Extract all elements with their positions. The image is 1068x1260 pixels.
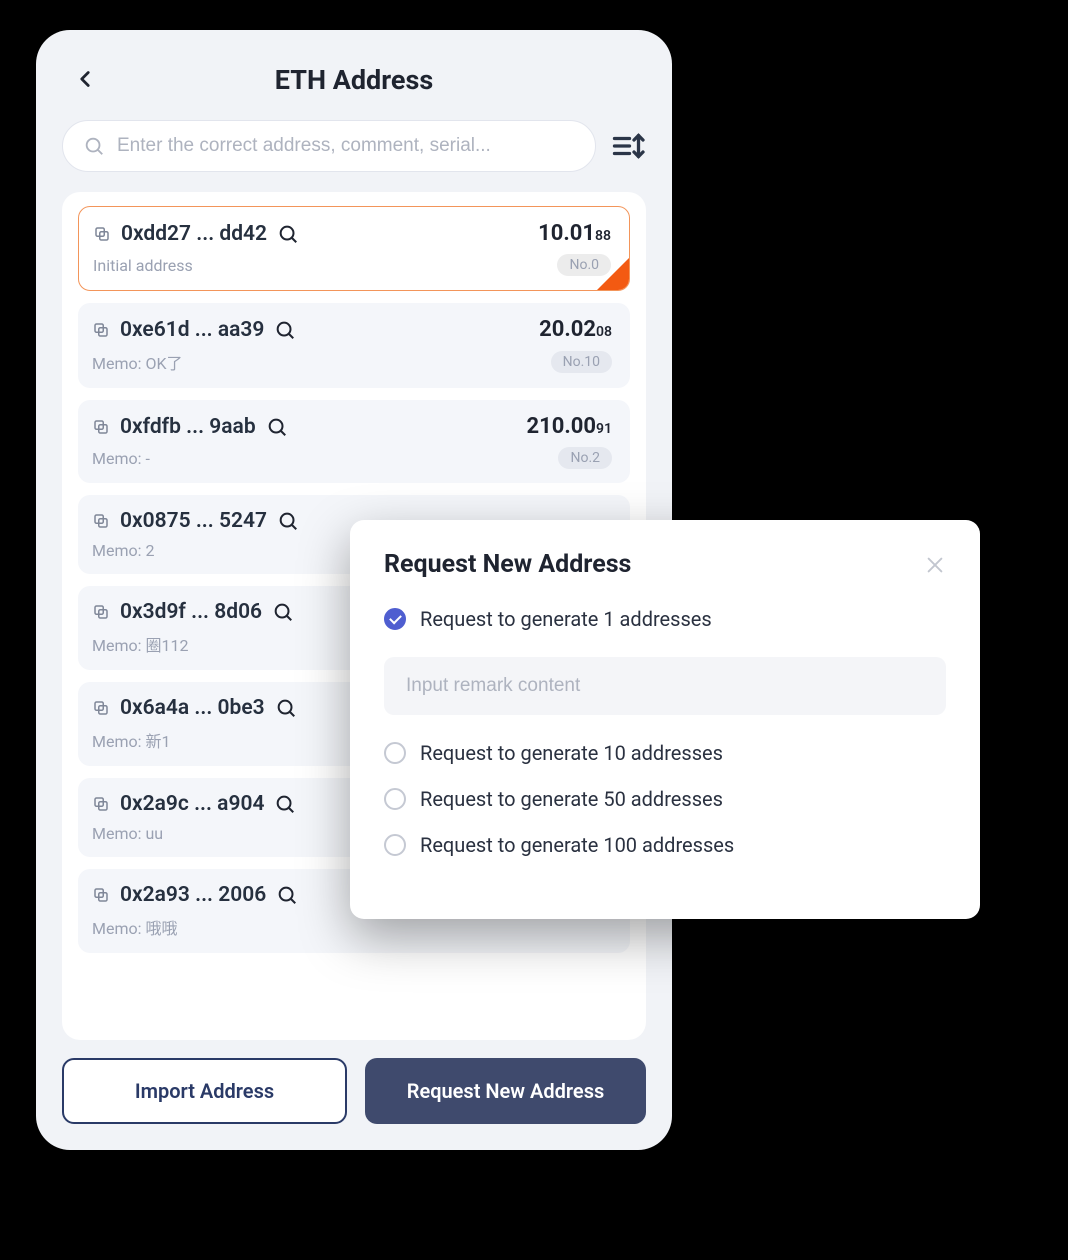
option-label: Request to generate 50 addresses [420,787,723,811]
back-icon[interactable] [72,66,98,92]
modal-header: Request New Address [384,550,946,579]
page-title: ETH Address [275,64,433,96]
close-icon[interactable] [924,554,946,576]
magnify-icon[interactable] [276,884,298,906]
index-chip: No.2 [558,447,612,469]
search-box[interactable] [62,120,596,172]
copy-icon[interactable] [92,512,110,530]
radio-icon[interactable] [384,608,406,630]
memo-text: Memo: 新1 [92,728,170,752]
sort-icon[interactable] [610,128,646,164]
address-text: 0x6a4a ... 0be3 [120,696,265,720]
magnify-icon[interactable] [274,319,296,341]
index-chip: No.10 [551,351,612,373]
memo-text: Memo: - [92,449,150,468]
magnify-icon[interactable] [277,510,299,532]
address-item[interactable]: 0xdd27 ... dd42 10.0188 Initial address … [78,206,630,291]
address-item[interactable]: 0xfdfb ... 9aab 210.0091 Memo: - No.2 [78,400,630,483]
memo-text: Initial address [93,256,193,275]
address-text: 0x3d9f ... 8d06 [120,600,262,624]
address-text: 0xe61d ... aa39 [120,318,264,342]
magnify-icon[interactable] [274,793,296,815]
copy-icon[interactable] [92,603,110,621]
memo-text: Memo: OK了 [92,350,183,374]
request-new-address-modal: Request New Address Request to generate … [350,520,980,919]
copy-icon[interactable] [92,321,110,339]
memo-text: Memo: 圈112 [92,632,188,656]
memo-text: Memo: 哦哦 [92,915,177,939]
magnify-icon[interactable] [272,601,294,623]
search-row [62,120,646,172]
address-text: 0x2a93 ... 2006 [120,883,266,907]
radio-icon[interactable] [384,788,406,810]
radio-icon[interactable] [384,742,406,764]
address-item[interactable]: 0xe61d ... aa39 20.0208 Memo: OK了 No.10 [78,303,630,388]
generate-option[interactable]: Request to generate 10 addresses [384,741,946,765]
balance: 10.0188 [538,221,611,246]
generate-option[interactable]: Request to generate 50 addresses [384,787,946,811]
copy-icon[interactable] [93,225,111,243]
magnify-icon[interactable] [277,223,299,245]
radio-icon[interactable] [384,834,406,856]
remark-input[interactable] [384,657,946,715]
generate-option[interactable]: Request to generate 100 addresses [384,833,946,857]
option-label: Request to generate 10 addresses [420,741,723,765]
balance: 20.0208 [539,317,612,342]
import-address-button[interactable]: Import Address [62,1058,347,1124]
address-text: 0x2a9c ... a904 [120,792,264,816]
header: ETH Address [62,56,646,104]
request-new-address-button[interactable]: Request New Address [365,1058,646,1124]
copy-icon[interactable] [92,886,110,904]
balance: 210.0091 [527,414,613,439]
modal-title: Request New Address [384,550,631,579]
magnify-icon[interactable] [266,416,288,438]
address-text: 0x0875 ... 5247 [120,509,267,533]
copy-icon[interactable] [92,795,110,813]
modal-options: Request to generate 1 addresses Request … [384,607,946,857]
copy-icon[interactable] [92,418,110,436]
generate-option[interactable]: Request to generate 1 addresses [384,607,946,631]
address-text: 0xfdfb ... 9aab [120,415,256,439]
search-input[interactable] [117,135,575,157]
option-label: Request to generate 1 addresses [420,607,712,631]
memo-text: Memo: uu [92,824,163,843]
search-icon [83,135,105,157]
index-chip: No.0 [557,254,611,276]
copy-icon[interactable] [92,699,110,717]
magnify-icon[interactable] [275,697,297,719]
address-text: 0xdd27 ... dd42 [121,222,267,246]
memo-text: Memo: 2 [92,541,154,560]
option-label: Request to generate 100 addresses [420,833,734,857]
bottom-actions: Import Address Request New Address [62,1040,646,1150]
